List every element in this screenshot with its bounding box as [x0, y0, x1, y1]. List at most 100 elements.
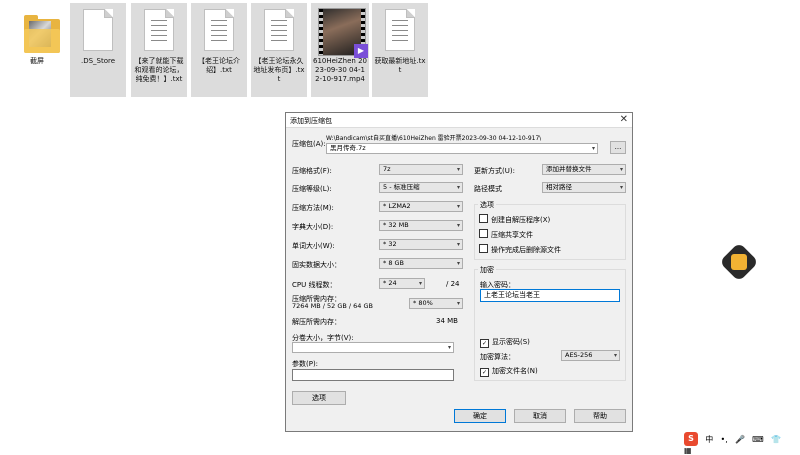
split-size-combo[interactable]: ▾ — [292, 342, 454, 353]
word-value: * 32 — [383, 240, 397, 248]
solid-value: * 8 GB — [383, 259, 405, 267]
cpu-label: CPU 线程数： — [292, 281, 337, 289]
desktop-item-latest-address-txt[interactable]: 获取最新地址.txt — [372, 3, 428, 97]
checkbox-box — [479, 214, 488, 223]
show-password-label: 显示密码(S) — [492, 338, 530, 346]
desktop-item-download-forum-txt[interactable]: 【来了就能下载和观看的论坛，纯免费！】.txt — [131, 3, 187, 97]
shared-label: 压缩共享文件 — [491, 231, 533, 239]
path-label: 路径模式 — [474, 185, 502, 193]
file-label: 获取最新地址.txt — [374, 57, 426, 74]
close-icon[interactable]: ✕ — [620, 114, 628, 126]
dict-label: 字典大小(D): — [292, 223, 334, 231]
path-value: 相对路径 — [546, 183, 572, 191]
encryption-group-title: 加密 — [478, 265, 496, 275]
archive-path: W:\Bandicam\st自买直播\610HeiZhen 雷验开票2023-0… — [326, 135, 542, 142]
chevron-down-icon: ▾ — [456, 241, 460, 248]
microphone-icon[interactable]: 🎤 — [735, 435, 745, 444]
format-value: 7z — [383, 165, 391, 173]
text-file-icon — [204, 9, 234, 51]
punctuation-mode[interactable]: •, — [720, 435, 727, 444]
sfx-checkbox[interactable]: 创建自解压程序(X) — [479, 214, 550, 225]
file-label: .DS_Store — [80, 57, 116, 65]
cpu-value: * 24 — [383, 279, 397, 287]
cpu-select[interactable]: * 24 ▾ — [379, 278, 425, 289]
encryption-group: 加密 输入密码： 上老王论坛当老王 ✓ 显示密码(S) 加密算法： AES-256… — [474, 265, 626, 381]
archive-name-value: 黑月传奇.7z — [330, 144, 366, 152]
file-icon — [83, 9, 113, 51]
decomp-value: 34 MB — [436, 317, 458, 325]
file-label: 【老王论坛永久地址发布页】.txt — [253, 57, 305, 83]
method-label: 压缩方法(M): — [292, 204, 334, 212]
delete-source-checkbox[interactable]: 操作完成后删除源文件 — [479, 244, 561, 255]
format-label: 压缩格式(F): — [292, 167, 332, 175]
encrypt-names-checkbox[interactable]: ✓ 加密文件名(N) — [480, 366, 538, 377]
params-input[interactable] — [292, 369, 454, 381]
options-button[interactable]: 选项 — [292, 391, 346, 405]
archive-name-combo[interactable]: 黑月传奇.7z ▾ — [326, 143, 598, 154]
checkbox-box: ✓ — [480, 368, 489, 377]
browse-button[interactable]: ... — [610, 141, 626, 154]
desktop-item-ds-store[interactable]: .DS_Store — [70, 3, 126, 97]
desktop-item-video-mp4[interactable]: ▶ 610HeiZhen 2023-09-30 04-12-10-917.mp4 — [311, 3, 369, 97]
word-select[interactable]: * 32 ▾ — [379, 239, 463, 250]
params-label: 参数(P): — [292, 360, 319, 368]
skin-icon[interactable]: 👕 — [771, 435, 781, 444]
word-label: 单词大小(W): — [292, 242, 335, 250]
ime-mode[interactable]: 中 — [705, 434, 713, 445]
chevron-down-icon: ▾ — [418, 280, 422, 287]
ok-button[interactable]: 确定 — [454, 409, 506, 423]
level-select[interactable]: 5 - 标准压缩 ▾ — [379, 182, 463, 193]
chevron-down-icon: ▾ — [456, 203, 460, 210]
bird-app-icon[interactable] — [719, 242, 759, 282]
help-button[interactable]: 帮助 — [574, 409, 626, 423]
grid-icon[interactable]: ▦ — [684, 446, 692, 455]
chevron-down-icon: ▾ — [613, 352, 617, 359]
mem-percent-value: * 80% — [413, 299, 433, 307]
cancel-button[interactable]: 取消 — [514, 409, 566, 423]
desktop-item-forum-intro-txt[interactable]: 【老王论坛介绍】.txt — [191, 3, 247, 97]
add-to-archive-dialog: 添加到压缩包 ✕ 压缩包(A): W:\Bandicam\st自买直播\610H… — [285, 112, 633, 432]
solid-label: 固实数据大小： — [292, 261, 341, 269]
chevron-down-icon: ▾ — [619, 166, 623, 173]
file-label: 截屏 — [30, 57, 44, 65]
level-value: 5 - 标准压缩 — [383, 183, 420, 191]
text-file-icon — [144, 9, 174, 51]
system-tray: S 中 •, 🎤 ⌨ 👕 ▦ — [684, 432, 800, 455]
video-thumbnail-icon: ▶ — [318, 8, 368, 58]
chevron-down-icon: ▾ — [447, 344, 451, 351]
options-group: 选项 创建自解压程序(X) 压缩共享文件 操作完成后删除源文件 — [474, 200, 626, 260]
chevron-down-icon: ▾ — [619, 184, 623, 191]
checkbox-box: ✓ — [480, 339, 489, 348]
format-select[interactable]: 7z ▾ — [379, 164, 463, 175]
keyboard-icon[interactable]: ⌨ — [752, 435, 764, 444]
encrypt-names-label: 加密文件名(N) — [492, 367, 538, 375]
decomp-label: 解压所需内存： — [292, 318, 341, 326]
enc-method-label: 加密算法： — [480, 353, 515, 361]
desktop-item-forum-address-txt[interactable]: 【老王论坛永久地址发布页】.txt — [251, 3, 307, 97]
path-select[interactable]: 相对路径 ▾ — [542, 182, 626, 193]
dict-select[interactable]: * 32 MB ▾ — [379, 220, 463, 231]
archive-label: 压缩包(A): — [292, 140, 326, 148]
update-select[interactable]: 添加并替换文件 ▾ — [542, 164, 626, 175]
file-label: 610HeiZhen 2023-09-30 04-12-10-917.mp4 — [313, 57, 367, 83]
dialog-titlebar: 添加到压缩包 ✕ — [286, 113, 632, 128]
desktop-item-screenshot-folder[interactable]: 截屏 — [6, 3, 68, 97]
solid-select[interactable]: * 8 GB ▾ — [379, 258, 463, 269]
mem-percent-select[interactable]: * 80% ▾ — [409, 298, 463, 309]
mem-value: 7264 MB / 52 GB / 64 GB — [292, 302, 373, 310]
sogou-ime-icon[interactable]: S — [684, 432, 698, 446]
text-file-icon — [385, 9, 415, 51]
show-password-checkbox[interactable]: ✓ 显示密码(S) — [480, 337, 530, 348]
method-select[interactable]: * LZMA2 ▾ — [379, 201, 463, 212]
level-label: 压缩等级(L): — [292, 185, 332, 193]
password-input[interactable]: 上老王论坛当老王 — [480, 289, 620, 302]
chevron-down-icon: ▾ — [456, 300, 460, 307]
sfx-label: 创建自解压程序(X) — [491, 216, 551, 224]
enc-method-select[interactable]: AES-256 ▾ — [561, 350, 620, 361]
file-label: 【老王论坛介绍】.txt — [198, 57, 240, 74]
folder-icon — [24, 15, 60, 55]
shared-checkbox[interactable]: 压缩共享文件 — [479, 229, 533, 240]
enc-method-value: AES-256 — [565, 351, 593, 359]
chevron-down-icon: ▾ — [456, 166, 460, 173]
chevron-down-icon: ▾ — [456, 184, 460, 191]
